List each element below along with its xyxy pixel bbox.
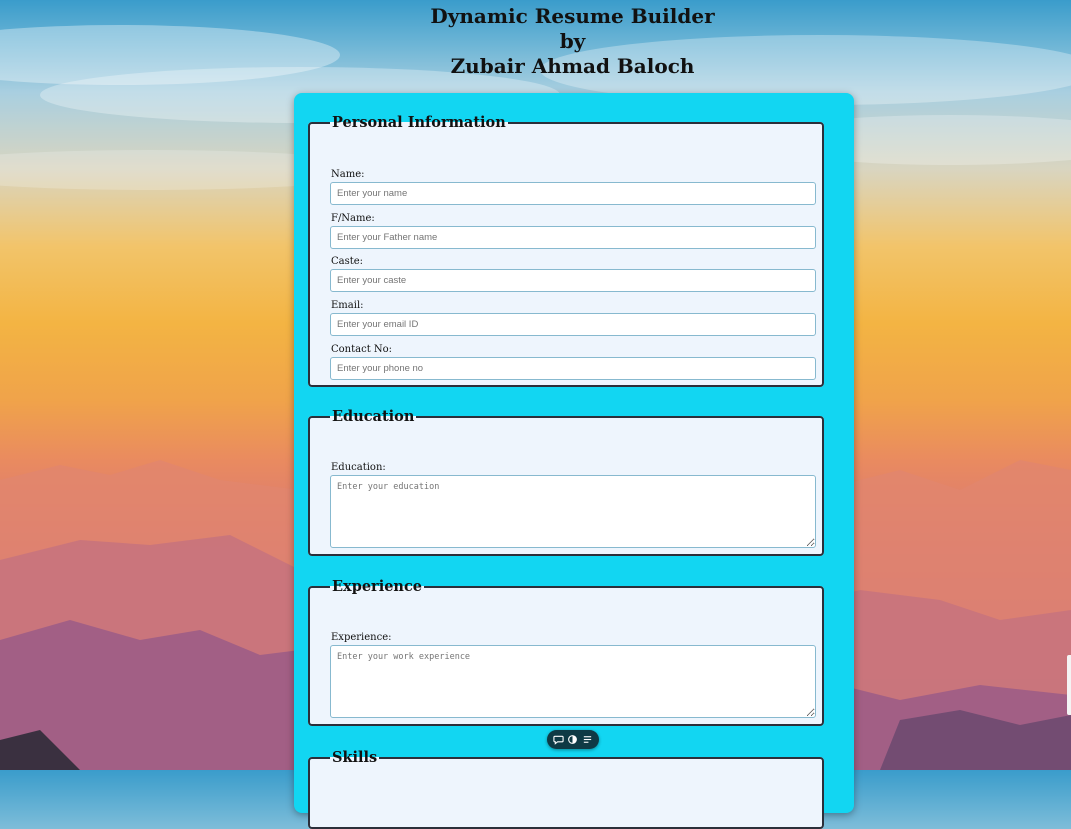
page-title: Dynamic Resume Builder by Zubair Ahmad B… xyxy=(0,4,1071,79)
education-textarea[interactable] xyxy=(330,475,816,548)
education-section: Education Education: xyxy=(308,408,824,556)
title-line-2: by xyxy=(559,29,586,53)
comment-icon[interactable] xyxy=(553,734,564,745)
education-label: Education: xyxy=(331,462,386,473)
skills-section: Skills xyxy=(308,749,824,829)
email-input[interactable] xyxy=(330,313,816,336)
personal-info-section: Personal Information Name: F/Name: Caste… xyxy=(308,114,824,387)
caste-label: Caste: xyxy=(331,256,364,267)
title-line-1: Dynamic Resume Builder xyxy=(430,4,715,28)
floating-toolbar xyxy=(547,730,599,749)
father-name-input[interactable] xyxy=(330,226,816,249)
title-line-3: Zubair Ahmad Baloch xyxy=(450,54,695,78)
name-label: Name: xyxy=(331,169,365,180)
scrollbar-edge[interactable] xyxy=(1067,655,1071,715)
personal-info-legend: Personal Information xyxy=(332,114,506,131)
resume-form: Personal Information Name: F/Name: Caste… xyxy=(294,93,854,829)
contrast-icon[interactable] xyxy=(567,734,578,745)
experience-legend: Experience xyxy=(332,578,423,595)
education-legend: Education xyxy=(332,408,415,425)
contact-label: Contact No: xyxy=(331,344,393,355)
experience-section: Experience Experience: xyxy=(308,578,824,726)
father-name-label: F/Name: xyxy=(331,213,375,224)
email-label: Email: xyxy=(331,300,364,311)
contact-input[interactable] xyxy=(330,357,816,380)
skills-legend: Skills xyxy=(332,749,378,766)
caste-input[interactable] xyxy=(330,269,816,292)
experience-label: Experience: xyxy=(331,632,392,643)
experience-textarea[interactable] xyxy=(330,645,816,718)
list-icon[interactable] xyxy=(582,734,593,745)
name-input[interactable] xyxy=(330,182,816,205)
